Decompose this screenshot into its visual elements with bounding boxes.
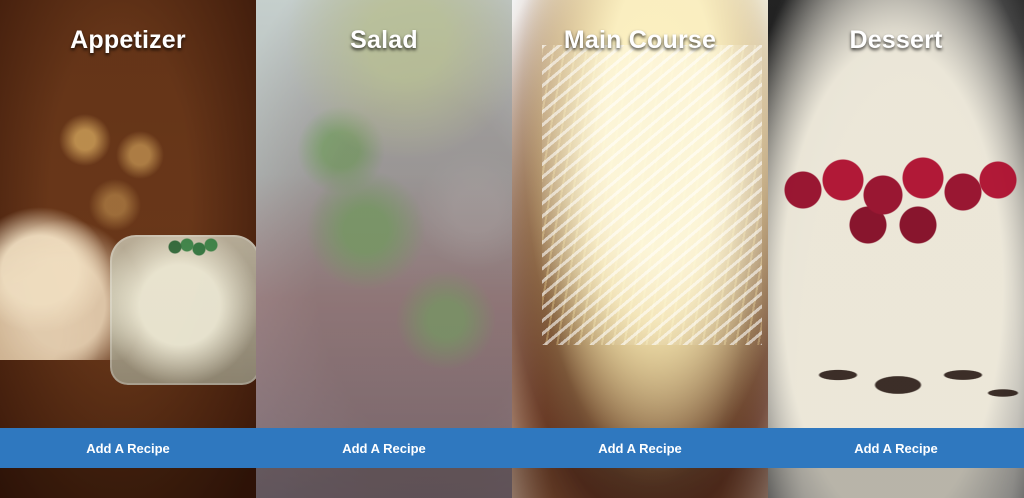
bottom-strip [256,468,512,498]
category-card-salad[interactable]: Salad Add A Recipe [256,0,512,498]
category-card-appetizer[interactable]: Appetizer Add A Recipe [0,0,256,498]
add-recipe-button[interactable]: Add A Recipe [0,428,256,468]
image-lighten-overlay [256,0,512,498]
herb-garnish [165,235,225,259]
category-card-dessert[interactable]: Dessert Add A Recipe [768,0,1024,498]
bottom-strip [768,468,1024,498]
berries-topping [773,140,1023,260]
category-card-main-course[interactable]: Main Course Add A Recipe [512,0,768,498]
bottom-strip [512,468,768,498]
slaw-topping [542,45,762,345]
add-recipe-button[interactable]: Add A Recipe [768,428,1024,468]
chocolate-drizzle [768,335,1024,425]
bottom-strip [0,468,256,498]
add-recipe-button[interactable]: Add A Recipe [256,428,512,468]
add-recipe-button[interactable]: Add A Recipe [512,428,768,468]
recipe-category-grid: Appetizer Add A Recipe Salad Add A Recip… [0,0,1024,498]
